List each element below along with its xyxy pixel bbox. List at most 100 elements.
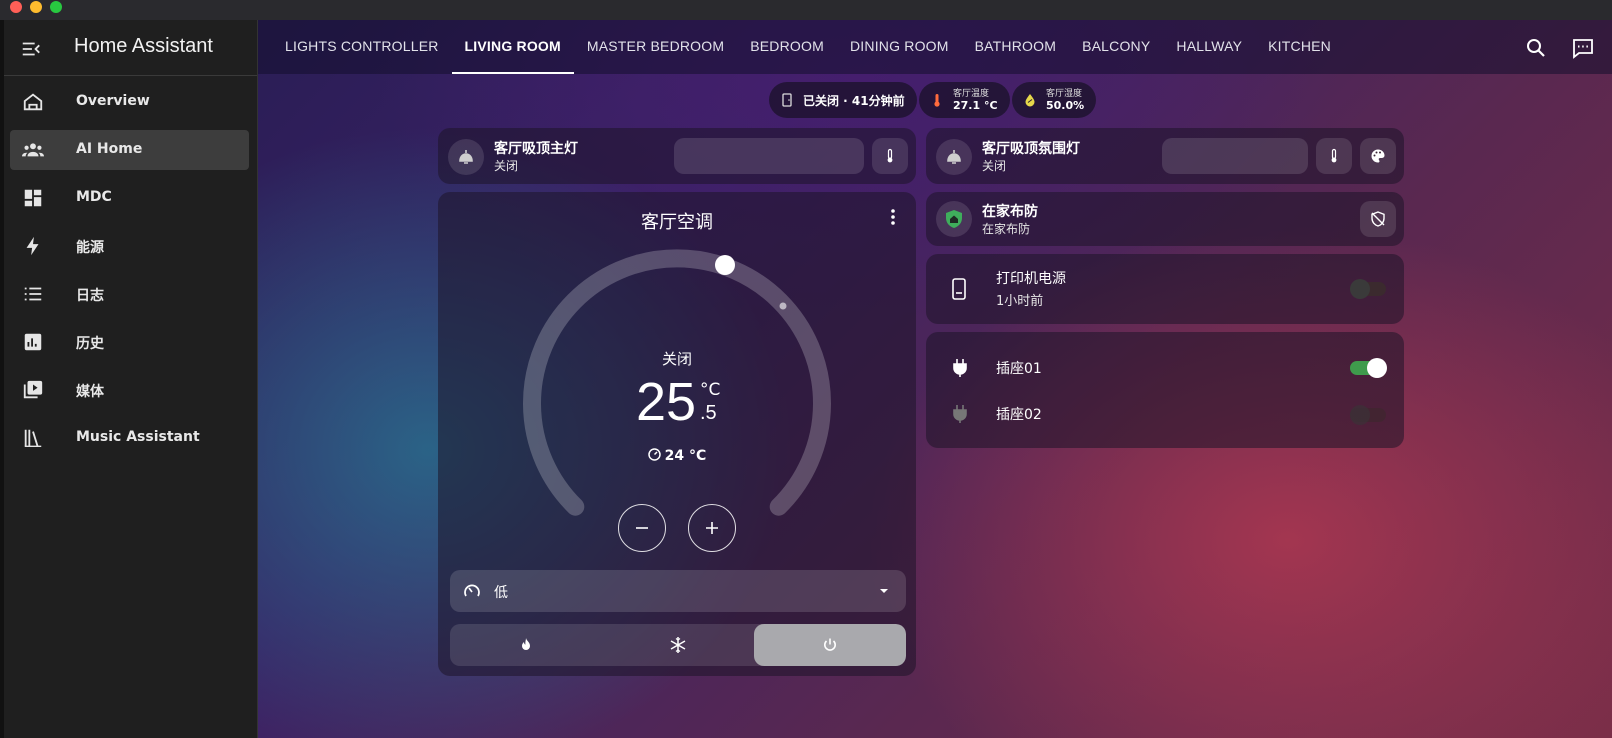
window-titlebar [0, 0, 1612, 20]
mode-heat-button[interactable] [450, 624, 602, 666]
snowflake-icon [670, 637, 686, 653]
tab-dining-room[interactable]: DINING ROOM [837, 20, 962, 74]
humidity-icon [1025, 94, 1035, 107]
tab-lights-controller[interactable]: LIGHTS CONTROLLER [272, 20, 452, 74]
menu-collapse-icon[interactable] [20, 38, 42, 60]
color-picker-button[interactable] [1360, 138, 1396, 174]
fire-icon [522, 638, 530, 650]
living-room-ambient-light-card[interactable]: 客厅吸顶氛围灯 关闭 [926, 128, 1404, 184]
fan-mode-select[interactable]: 低 [450, 570, 906, 612]
sidebar-item-label: 能源 [76, 240, 104, 256]
sidebar-item-music-assistant[interactable]: Music Assistant [10, 418, 249, 458]
sockets-card: 插座01 插座02 [926, 332, 1404, 448]
climate-state: 关闭 [661, 350, 692, 368]
library-icon [24, 429, 42, 447]
current-temperature-value: 24 °C [664, 448, 707, 464]
temperature-badge-value: 27.1 °C [953, 99, 998, 112]
thermometer-icon [934, 94, 940, 107]
app-title: Home Assistant [74, 35, 213, 57]
more-options-icon[interactable] [882, 206, 904, 228]
door-icon [782, 93, 792, 107]
target-temperature-decimal: .5 [700, 402, 717, 424]
close-window-button[interactable] [10, 1, 22, 13]
thermometer-icon [887, 148, 893, 163]
sidebar-item-media[interactable]: 媒体 [10, 370, 249, 410]
printer-name: 打印机电源 [996, 271, 1066, 287]
plus-icon [706, 522, 718, 534]
alarm-state: 在家布防 [982, 222, 1031, 236]
brightness-slider[interactable] [1162, 138, 1308, 174]
ceiling-light-icon[interactable] [448, 139, 484, 175]
sidebar: Home Assistant Overview AI Home MDC 能源 日… [4, 20, 258, 738]
door-badge-text: 已关闭 · 41分钟前 [803, 93, 905, 108]
door-badge[interactable]: 已关闭 · 41分钟前 [769, 82, 917, 118]
socket-02-toggle[interactable] [1350, 405, 1386, 425]
minimize-window-button[interactable] [30, 1, 42, 13]
humidity-badge[interactable]: 客厅湿度 50.0% [1012, 82, 1097, 118]
target-temp-handle[interactable] [715, 255, 735, 275]
shield-home-icon [946, 210, 962, 228]
sidebar-item-ai-home[interactable]: AI Home [10, 130, 249, 170]
tab-master-bedroom[interactable]: MASTER BEDROOM [574, 20, 737, 74]
socket-02-name: 插座02 [996, 407, 1042, 423]
decrease-temperature-button[interactable] [618, 504, 666, 552]
sidebar-item-logbook[interactable]: 日志 [10, 274, 249, 314]
temperature-badge[interactable]: 客厅温度 27.1 °C [919, 82, 1010, 118]
fan-speed-icon [464, 584, 480, 597]
power-plug-off-icon [953, 405, 967, 423]
sidebar-item-overview[interactable]: Overview [10, 82, 249, 122]
hvac-mode-bar [450, 624, 906, 666]
palette-icon [1371, 149, 1385, 163]
printer-power-toggle[interactable] [1350, 279, 1386, 299]
printer-last-changed: 1小时前 [996, 294, 1044, 309]
smart-plug-icon [952, 278, 966, 300]
climate-name: 客厅空调 [641, 212, 713, 233]
target-temperature-integer: 25 [636, 372, 697, 432]
living-room-main-light-card[interactable]: 客厅吸顶主灯 关闭 [438, 128, 916, 184]
dropdown-arrow-icon [880, 589, 888, 593]
alarm-status-icon-wrap[interactable] [936, 201, 972, 237]
brightness-slider[interactable] [674, 138, 864, 174]
ceiling-light-icon[interactable] [936, 139, 972, 175]
tab-bedroom[interactable]: BEDROOM [737, 20, 837, 74]
list-icon [24, 287, 42, 301]
assist-chat-icon[interactable] [1571, 36, 1595, 60]
maximize-window-button[interactable] [50, 1, 62, 13]
light-name: 客厅吸顶主灯 [494, 141, 578, 157]
people-icon [22, 143, 44, 157]
fan-mode-value: 低 [494, 585, 508, 601]
current-temperature: 24 °C [438, 448, 916, 464]
disarm-button[interactable] [1360, 201, 1396, 237]
printer-power-card[interactable]: 打印机电源 1小时前 [926, 254, 1404, 324]
tab-balcony[interactable]: BALCONY [1069, 20, 1163, 74]
color-temp-button[interactable] [1316, 138, 1352, 174]
light-state: 关闭 [494, 159, 519, 173]
tab-bathroom[interactable]: BATHROOM [962, 20, 1069, 74]
dashboard-icon [24, 189, 42, 207]
shield-off-icon [1371, 211, 1385, 227]
socket-01-name: 插座01 [996, 361, 1042, 377]
light-state: 关闭 [982, 159, 1007, 173]
tab-hallway[interactable]: HALLWAY [1163, 20, 1255, 74]
climate-card: 客厅空调 关闭 25 °C .5 24 °C 低 [438, 192, 916, 676]
mode-cool-button[interactable] [602, 624, 754, 666]
color-temp-button[interactable] [872, 138, 908, 174]
sidebar-item-label: MDC [76, 189, 112, 205]
sidebar-item-label: 日志 [76, 288, 104, 304]
thermometer-icon [1331, 148, 1337, 163]
search-icon[interactable] [1524, 36, 1548, 60]
view-tabs: LIGHTS CONTROLLER LIVING ROOM MASTER BED… [272, 20, 1344, 74]
sidebar-item-label: Overview [76, 93, 150, 109]
socket-01-toggle[interactable] [1350, 358, 1387, 378]
sidebar-item-mdc[interactable]: MDC [10, 178, 249, 218]
sidebar-item-label: 媒体 [76, 384, 104, 400]
mode-off-button[interactable] [754, 624, 906, 666]
increase-temperature-button[interactable] [688, 504, 736, 552]
alarm-panel-card[interactable]: 在家布防 在家布防 [926, 192, 1404, 246]
sidebar-item-history[interactable]: 历史 [10, 322, 249, 362]
lightning-icon [26, 236, 39, 256]
tab-kitchen[interactable]: KITCHEN [1255, 20, 1344, 74]
current-temp-marker [779, 302, 787, 310]
sidebar-item-energy[interactable]: 能源 [10, 226, 249, 266]
tab-living-room[interactable]: LIVING ROOM [451, 20, 575, 74]
